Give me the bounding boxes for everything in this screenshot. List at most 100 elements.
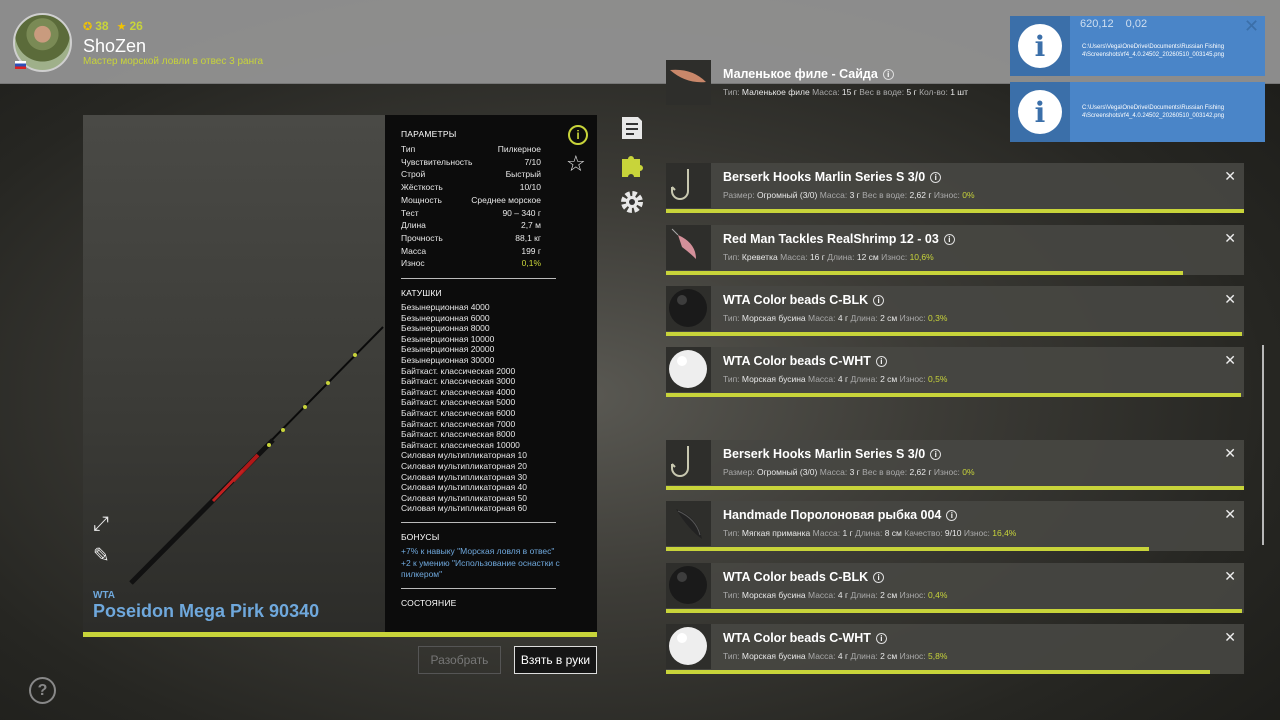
info-icon[interactable]: i — [873, 572, 885, 583]
puzzle-icon[interactable] — [619, 152, 645, 178]
remove-icon[interactable]: ✕ — [1224, 168, 1236, 185]
param-row: Масса 199 г — [401, 245, 541, 258]
desc-label: Размер: — [723, 190, 757, 200]
remove-icon[interactable]: ✕ — [1224, 445, 1236, 462]
remove-icon[interactable]: ✕ — [1224, 291, 1236, 308]
param-label: Длина — [401, 220, 426, 231]
remove-icon[interactable]: ✕ — [1224, 352, 1236, 369]
wear-value: 0% — [962, 467, 975, 477]
wear-bar — [666, 670, 1211, 674]
remove-icon[interactable]: ✕ — [1224, 568, 1236, 585]
item-parameters-panel[interactable]: ПАРАМЕТРЫ Тип Пилкерное Чувствительность 7/… — [385, 115, 597, 632]
desc-label: Вес в воде: — [862, 190, 910, 200]
info-icon[interactable]: i — [943, 234, 955, 245]
remove-icon[interactable]: ✕ — [1224, 230, 1236, 247]
param-row: Мощность Среднее морское — [401, 194, 541, 207]
item-brand: WTA — [93, 590, 116, 601]
desc-value: Креветка — [741, 252, 778, 262]
tackle-title-text: Berserk Hooks Marlin Series S 3/0 — [723, 447, 926, 461]
param-label: Тип — [401, 144, 416, 154]
tackle-item[interactable]: Маленькое филе - Сайда i Тип: Маленькое фи… — [666, 60, 1244, 110]
tackle-title-text: WTA Color beads C-WHT — [723, 631, 871, 645]
param-value: 7/10 — [524, 156, 541, 167]
gear-icon[interactable] — [619, 189, 645, 215]
desc-label: Длина: — [850, 374, 881, 384]
wear-bar — [666, 486, 1244, 490]
remove-icon[interactable]: ✕ — [1224, 506, 1236, 523]
desc-label: Вес в воде: — [859, 87, 907, 97]
info-icon[interactable]: i — [568, 125, 588, 145]
desc-label: Длина: — [850, 313, 881, 323]
info-icon[interactable]: i — [873, 295, 885, 306]
desc-value: Морская бусина — [741, 374, 806, 384]
hook-icon — [666, 163, 711, 208]
scrollbar[interactable] — [1262, 345, 1264, 545]
desc-label: Качество: — [904, 528, 945, 538]
reel-item: Силовая мультипликаторная 20 — [401, 460, 527, 471]
tackle-description: Тип: Маленькое филе Масса: 15 г Вес в во… — [723, 87, 968, 97]
param-label: Чувствительность — [401, 156, 473, 167]
divider — [401, 278, 556, 280]
reel-item: Байткаст. классическая 2000 — [401, 365, 516, 376]
reel-item: Безынерционная 10000 — [401, 333, 495, 344]
desc-label: Тип: — [723, 651, 742, 661]
tackle-item[interactable]: Handmade Поролоновая рыбка 004 i Тип: Мягк… — [666, 501, 1244, 551]
close-icon[interactable]: ✕ — [1244, 16, 1259, 37]
tackle-title: WTA Color beads C-WHT i — [723, 354, 887, 368]
desc-label: Износ: — [963, 528, 993, 538]
tackle-description: Размер: Огромный (3/0) Масса: 3 г Вес в … — [723, 467, 975, 477]
desc-value: 2 см — [880, 374, 898, 384]
tackle-description: Тип: Морская бусина Масса: 4 г Длина: 2 … — [723, 313, 947, 323]
wear-value: 0% — [962, 190, 975, 200]
param-value: 10/10 — [519, 182, 541, 193]
wear-value: 16,4% — [992, 528, 1017, 538]
desc-value: Огромный (3/0) — [756, 467, 818, 477]
param-row: Износ 0,1% — [401, 257, 541, 270]
desc-label: Тип: — [723, 313, 742, 323]
info-icon[interactable]: i — [930, 172, 942, 183]
info-icon[interactable]: i — [882, 69, 894, 80]
tackle-item[interactable]: Berserk Hooks Marlin Series S 3/0 i Размер… — [666, 440, 1244, 490]
info-icon[interactable]: i — [875, 356, 887, 367]
desc-label: Масса: — [808, 590, 838, 600]
tackle-item[interactable]: Berserk Hooks Marlin Series S 3/0 i Размер… — [666, 163, 1244, 213]
tackle-item[interactable]: WTA Color beads C-WHT i Тип: Морская бусин… — [666, 624, 1244, 674]
paint-brush-icon[interactable]: ✎ — [93, 543, 110, 568]
currency-overlay: 620,12 0,02 — [1080, 18, 1147, 30]
param-row: Строй Быстрый — [401, 168, 541, 181]
desc-value: 3 г — [849, 190, 860, 200]
item-preview: ⤢ ✎ WTA Poseidon Mega Pirk 90340 — [83, 115, 385, 632]
tackle-title: Handmade Поролоновая рыбка 004 i — [723, 508, 958, 522]
info-icon[interactable]: i — [930, 449, 942, 460]
tackle-title-text: Berserk Hooks Marlin Series S 3/0 — [723, 170, 926, 184]
tackle-item[interactable]: WTA Color beads C-BLK i Тип: Морская бусин… — [666, 563, 1244, 613]
disassemble-button[interactable]: Разобрать — [418, 646, 501, 674]
info-icon[interactable]: i — [946, 510, 958, 521]
take-in-hands-button[interactable]: Взять в руки — [514, 646, 597, 674]
favorite-star-icon[interactable]: ☆ — [566, 151, 586, 177]
white-bead-icon — [666, 624, 711, 669]
desc-value: 4 г — [837, 374, 849, 384]
reels-heading: КАТУШКИ — [401, 288, 442, 299]
desc-value: 4 г — [837, 313, 849, 323]
param-value: Быстрый — [505, 169, 541, 180]
reel-item: Силовая мультипликаторная 30 — [401, 471, 527, 482]
help-icon[interactable]: ? — [29, 677, 56, 704]
reel-item: Силовая мультипликаторная 50 — [401, 492, 527, 503]
item-name: Poseidon Mega Pirk 90340 — [93, 601, 320, 621]
param-value: 199 г — [521, 245, 541, 256]
tackle-item[interactable]: WTA Color beads C-WHT i Тип: Морская бусин… — [666, 347, 1244, 397]
desc-value: 2,62 г — [909, 467, 932, 477]
remove-icon[interactable]: ✕ — [1224, 629, 1236, 646]
param-row: Длина 2,7 м — [401, 219, 541, 232]
info-icon[interactable]: i — [875, 633, 887, 644]
tackle-item[interactable]: WTA Color beads C-BLK i Тип: Морская бусин… — [666, 286, 1244, 336]
tackle-item[interactable]: Red Man Tackles RealShrimp 12 - 03 i Тип: … — [666, 225, 1244, 275]
expand-icon[interactable]: ⤢ — [93, 513, 109, 536]
coin-icon: ✪ — [83, 20, 93, 33]
desc-value: 2 см — [880, 313, 898, 323]
param-label: Прочность — [401, 232, 443, 243]
notification-path: C:\Users\Vega\OneDrive\Documents\Russian… — [1082, 44, 1225, 58]
document-icon[interactable] — [619, 115, 645, 141]
param-row: Тип Пилкерное — [401, 143, 541, 156]
